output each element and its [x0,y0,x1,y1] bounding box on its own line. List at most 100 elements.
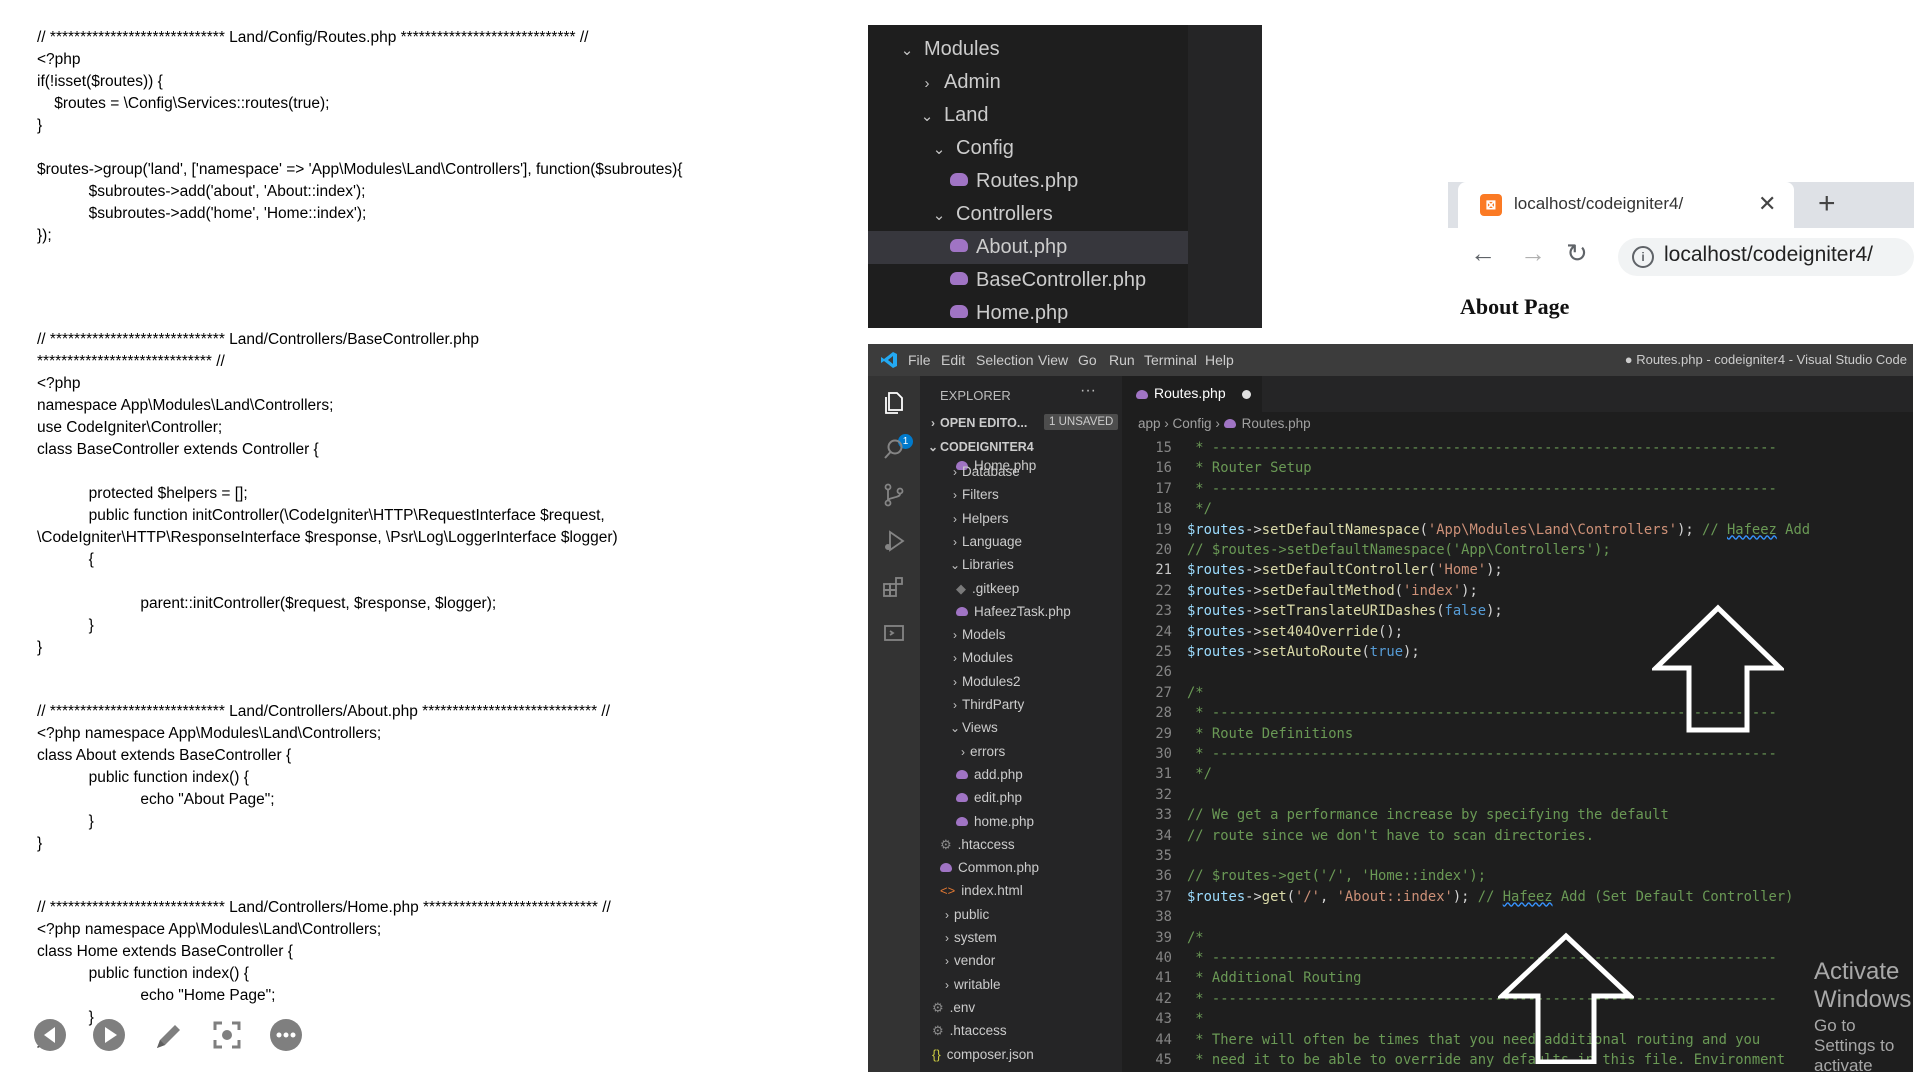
sidebar-item[interactable]: ⌄ Libraries [948,553,1014,576]
tree-item[interactable]: ⌄ Modules [868,33,1188,66]
unsaved-dot-icon[interactable] [1242,390,1251,399]
sidebar-item[interactable]: › Helpers [948,507,1009,530]
menu-edit[interactable]: Edit [941,352,965,368]
sidebar-item[interactable]: Common.php [940,856,1039,879]
sidebar-item[interactable]: › public [940,903,989,926]
new-tab-icon[interactable]: + [1818,187,1836,221]
sidebar-item[interactable]: › Models [948,623,1006,646]
tree-item[interactable]: Routes.php [868,165,1188,198]
browser-tab[interactable]: ⊠ localhost/codeigniter4/ ✕ [1458,182,1794,228]
chevron-right-icon: › [953,628,957,643]
line-number: 20 [1155,542,1172,558]
document-line: parent::initController($request, $respon… [37,595,497,612]
sidebar-item[interactable]: › ThirdParty [948,693,1024,716]
sidebar-item[interactable]: ⚙ .htaccess [940,833,1015,856]
pen-icon [157,1025,180,1048]
more-actions-icon[interactable]: ··· [1080,382,1096,400]
sidebar-item[interactable]: ⚙ .env [932,996,975,1019]
code-text: $routes->setAutoRoute(true); [1187,644,1420,660]
sidebar-item-label: composer.json [946,1046,1034,1062]
sidebar-item[interactable]: ⚙ .htaccess [932,1019,1007,1042]
sidebar-item[interactable]: ◆ .gitkeep [956,577,1019,600]
sidebar-item[interactable]: › errors [956,740,1005,763]
info-icon[interactable]: i [1632,246,1654,268]
explorer-files-icon[interactable] [881,390,907,416]
sidebar-item[interactable]: ⌄ Views [948,716,998,739]
sidebar-item-label: Modules [962,650,1014,666]
menu-file[interactable]: File [908,352,931,368]
sidebar-item-label: Common.php [958,860,1040,876]
tree-item[interactable]: ⌄ Config [868,132,1188,165]
previous-icon [34,1019,66,1051]
sidebar-item[interactable]: home.php [956,810,1034,833]
breadcrumb-app[interactable]: app [1138,416,1161,431]
sidebar-item[interactable]: › system [940,926,997,949]
tree-item[interactable]: ⌄ Land [868,99,1188,132]
activate-windows-watermark: Activate Windows Go to Settings to activ… [1814,958,1913,1072]
tree-item-label: Land [944,104,989,126]
sidebar-item[interactable]: › Language [948,530,1022,553]
line-number: 19 [1155,521,1172,538]
tree-item[interactable]: › Admin [868,66,1188,99]
menu-go[interactable]: Go [1078,352,1097,368]
sidebar-item[interactable]: HafeezTask.php [956,600,1071,623]
menu-help[interactable]: Help [1205,352,1234,368]
chevron-right-icon: › [953,511,957,526]
tree-item-label: Routes.php [976,170,1079,192]
previous-button[interactable] [33,1018,67,1052]
tree-item[interactable]: ⌄ Controllers [868,198,1188,231]
tree-item[interactable]: About.php [868,231,1188,264]
reload-icon[interactable]: ↻ [1566,238,1588,269]
forward-icon[interactable]: → [1520,238,1546,269]
back-icon[interactable]: ← [1470,238,1496,269]
document-line: protected $helpers = []; [37,485,248,502]
sidebar-item[interactable]: <> index.html [940,879,1023,902]
extensions-icon[interactable] [881,574,907,600]
sidebar-item[interactable]: edit.php [956,786,1022,809]
sidebar-item[interactable]: add.php [956,763,1023,786]
sidebar-item-label: HafeezTask.php [974,603,1071,619]
open-editors-section[interactable]: › OPEN EDITO... [926,412,1027,435]
close-tab-icon[interactable]: ✕ [1758,191,1776,217]
source-control-icon[interactable] [881,482,907,508]
sidebar-item[interactable]: › writable [940,973,1001,996]
menu-terminal[interactable]: Terminal [1144,352,1197,368]
chevron-right-icon: › [945,954,949,969]
document-line: { [37,551,94,568]
menu-run[interactable]: Run [1109,352,1135,368]
sidebar-item-label: .gitkeep [972,580,1020,596]
more-button[interactable] [269,1018,303,1052]
tab-routes-php[interactable]: Routes.php [1122,376,1262,412]
tree-item[interactable]: Home.php [868,297,1188,328]
sidebar-item[interactable]: {} composer.json [932,1043,1034,1066]
run-debug-icon[interactable] [881,528,907,554]
document-line: // ***************************** Land/Co… [37,899,611,916]
breadcrumb-config[interactable]: Config [1173,416,1212,431]
sidebar-item-label: Helpers [962,510,1009,526]
chevron-right-icon: › [953,651,957,666]
sidebar-item[interactable]: › vendor [940,949,995,972]
menu-selection[interactable]: Selection [976,352,1034,368]
php-elephant-icon [950,272,968,286]
breadcrumb-file[interactable]: Routes.php [1242,416,1311,431]
sidebar-item-label: Filters [962,487,999,503]
sidebar-item[interactable]: › Modules [948,646,1013,669]
sidebar-item[interactable]: › Database [948,460,1020,483]
menu-view[interactable]: View [1038,352,1068,368]
chevron-down-icon: ⌄ [900,42,914,59]
sidebar-item[interactable]: › Modules2 [948,670,1021,693]
sidebar-item[interactable]: › Filters [948,483,999,506]
play-button[interactable] [92,1018,126,1052]
document-line: class About extends BaseController { [37,747,292,764]
unsaved-badge: 1 UNSAVED [1044,414,1119,430]
remote-explorer-icon[interactable] [881,620,907,646]
tree-item[interactable]: BaseController.php [868,264,1188,297]
sidebar-item-label: .env [949,999,976,1015]
search-icon[interactable] [881,436,907,462]
pen-button[interactable] [151,1018,185,1052]
code-text: // route since we don't have to scan dir… [1187,827,1595,844]
document-line: class BaseController extends Controller … [37,441,319,458]
focus-button[interactable] [210,1018,244,1052]
play-icon [93,1019,125,1051]
document-line: } [37,835,43,852]
